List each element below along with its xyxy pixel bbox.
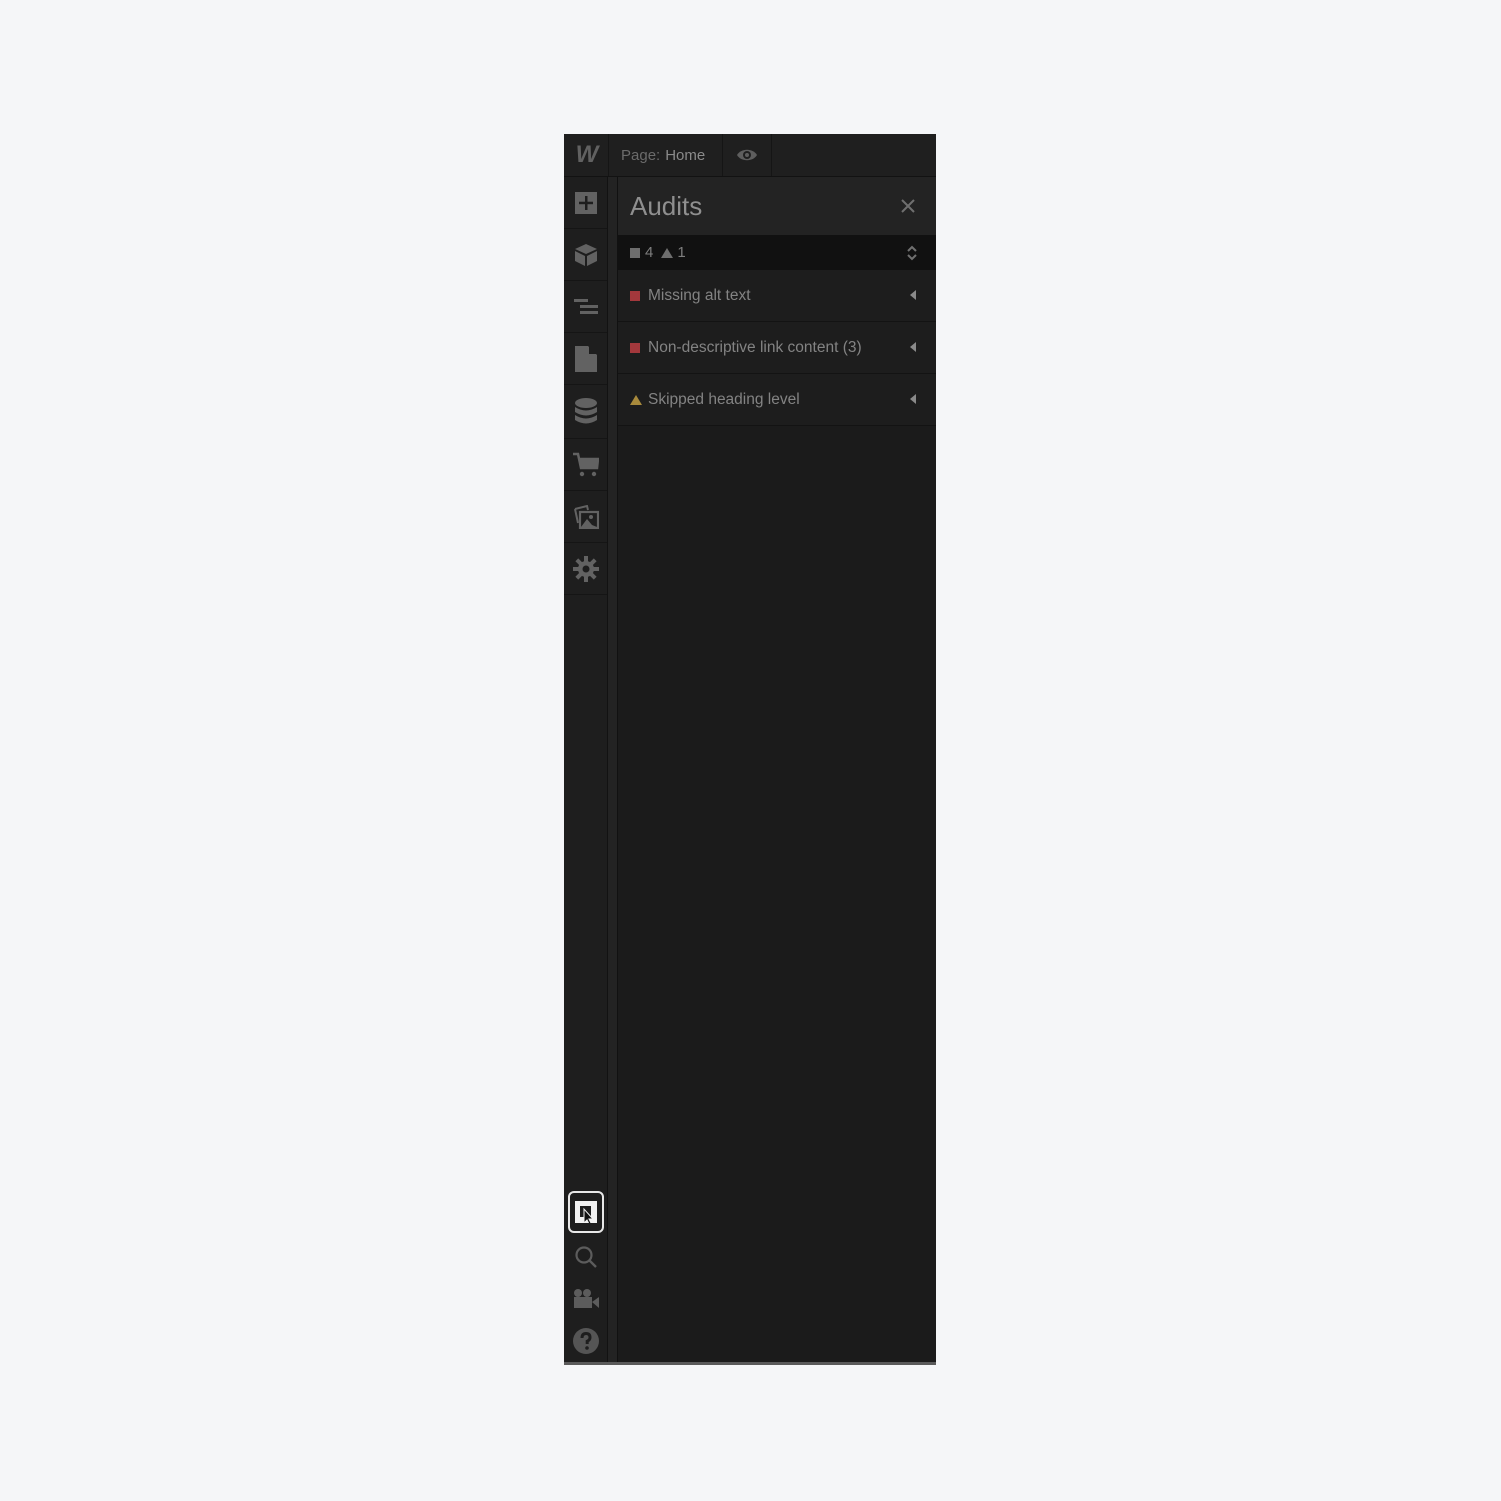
page-icon [574,345,597,372]
images-icon [573,504,599,529]
cart-icon [572,452,599,476]
expand-caret-icon[interactable] [910,290,916,300]
sidebar-item-cms[interactable] [564,385,607,439]
audits-panel: Audits 4 1 Missing alt text Non-descript… [618,177,936,1362]
sidebar-item-search[interactable] [564,1236,607,1278]
plus-square-icon [574,191,597,214]
error-icon [630,342,640,353]
page-label-value: Home [665,146,706,164]
sidebar-item-assets[interactable] [564,491,607,543]
sidebar-item-components[interactable] [564,229,607,281]
sidebar-item-audits[interactable] [564,1188,607,1236]
audit-item-non-descriptive-link[interactable]: Non-descriptive link content (3) [618,322,936,374]
sidebar-item-settings[interactable] [564,543,607,595]
top-bar: W Page: Home [564,134,936,177]
search-icon [574,1246,597,1268]
close-icon[interactable] [900,198,916,214]
audit-summary-bar: 4 1 [618,235,936,270]
warning-icon [630,394,642,405]
sidebar-bottom-tools [564,1188,607,1362]
eye-icon [737,149,757,161]
error-icon [630,290,640,301]
error-count: 4 [645,244,654,261]
cube-icon [574,243,597,266]
sidebar-item-help[interactable] [564,1320,607,1362]
webflow-logo[interactable]: W [564,134,609,176]
error-count-icon [630,247,640,258]
warning-count: 1 [677,244,686,261]
audit-icon [574,1201,597,1223]
page-label-key: Page: [621,146,661,164]
sidebar-item-navigator[interactable] [564,281,607,333]
database-icon [574,397,597,423]
designer-window: W Page: Home Audits 4 1 Missing alt text… [564,134,936,1365]
sort-toggle-icon[interactable] [906,244,918,262]
help-icon [572,1328,599,1354]
sidebar-item-pages[interactable] [564,333,607,385]
audit-item-missing-alt-text[interactable]: Missing alt text [618,270,936,322]
expand-caret-icon[interactable] [910,342,916,352]
warning-count-icon [661,247,674,258]
video-camera-icon [573,1289,599,1308]
sidebar-item-video-tutorials[interactable] [564,1278,607,1320]
audit-item-label: Non-descriptive link content (3) [648,338,862,356]
sidebar-item-add-elements[interactable] [564,177,607,229]
panel-title: Audits [630,190,703,221]
audits-button-active[interactable] [567,1191,604,1233]
expand-caret-icon[interactable] [910,394,916,404]
navigator-lines-icon [573,298,598,314]
audit-item-label: Missing alt text [648,286,751,304]
preview-button[interactable] [723,134,772,176]
audit-item-label: Skipped heading level [648,390,800,408]
panel-header: Audits [618,177,936,235]
sidebar-item-ecommerce[interactable] [564,439,607,491]
audit-item-skipped-heading[interactable]: Skipped heading level [618,374,936,426]
panel-resize-strip [608,177,618,1362]
gear-icon [572,555,599,582]
page-selector[interactable]: Page: Home [608,134,723,176]
left-sidebar [564,177,608,1362]
